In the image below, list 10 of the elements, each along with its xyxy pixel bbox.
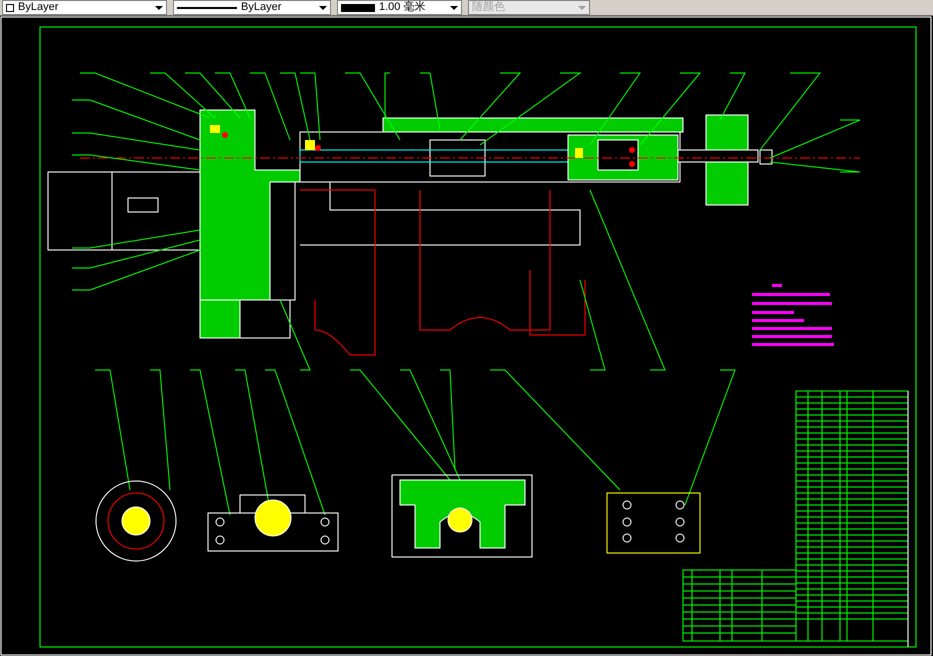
caret-icon xyxy=(319,6,327,10)
caret-icon xyxy=(450,6,458,10)
lineweight-swatch-icon xyxy=(341,4,375,12)
property-dropdown[interactable]: ByLayer xyxy=(173,0,331,15)
layer-square-icon xyxy=(6,4,14,12)
line-sample-icon xyxy=(177,6,237,8)
caret-icon xyxy=(578,6,586,10)
property-dropdown[interactable]: 1.00 毫米 xyxy=(337,0,462,15)
caret-icon xyxy=(155,6,163,10)
property-dropdown[interactable]: ByLayer xyxy=(2,0,167,15)
